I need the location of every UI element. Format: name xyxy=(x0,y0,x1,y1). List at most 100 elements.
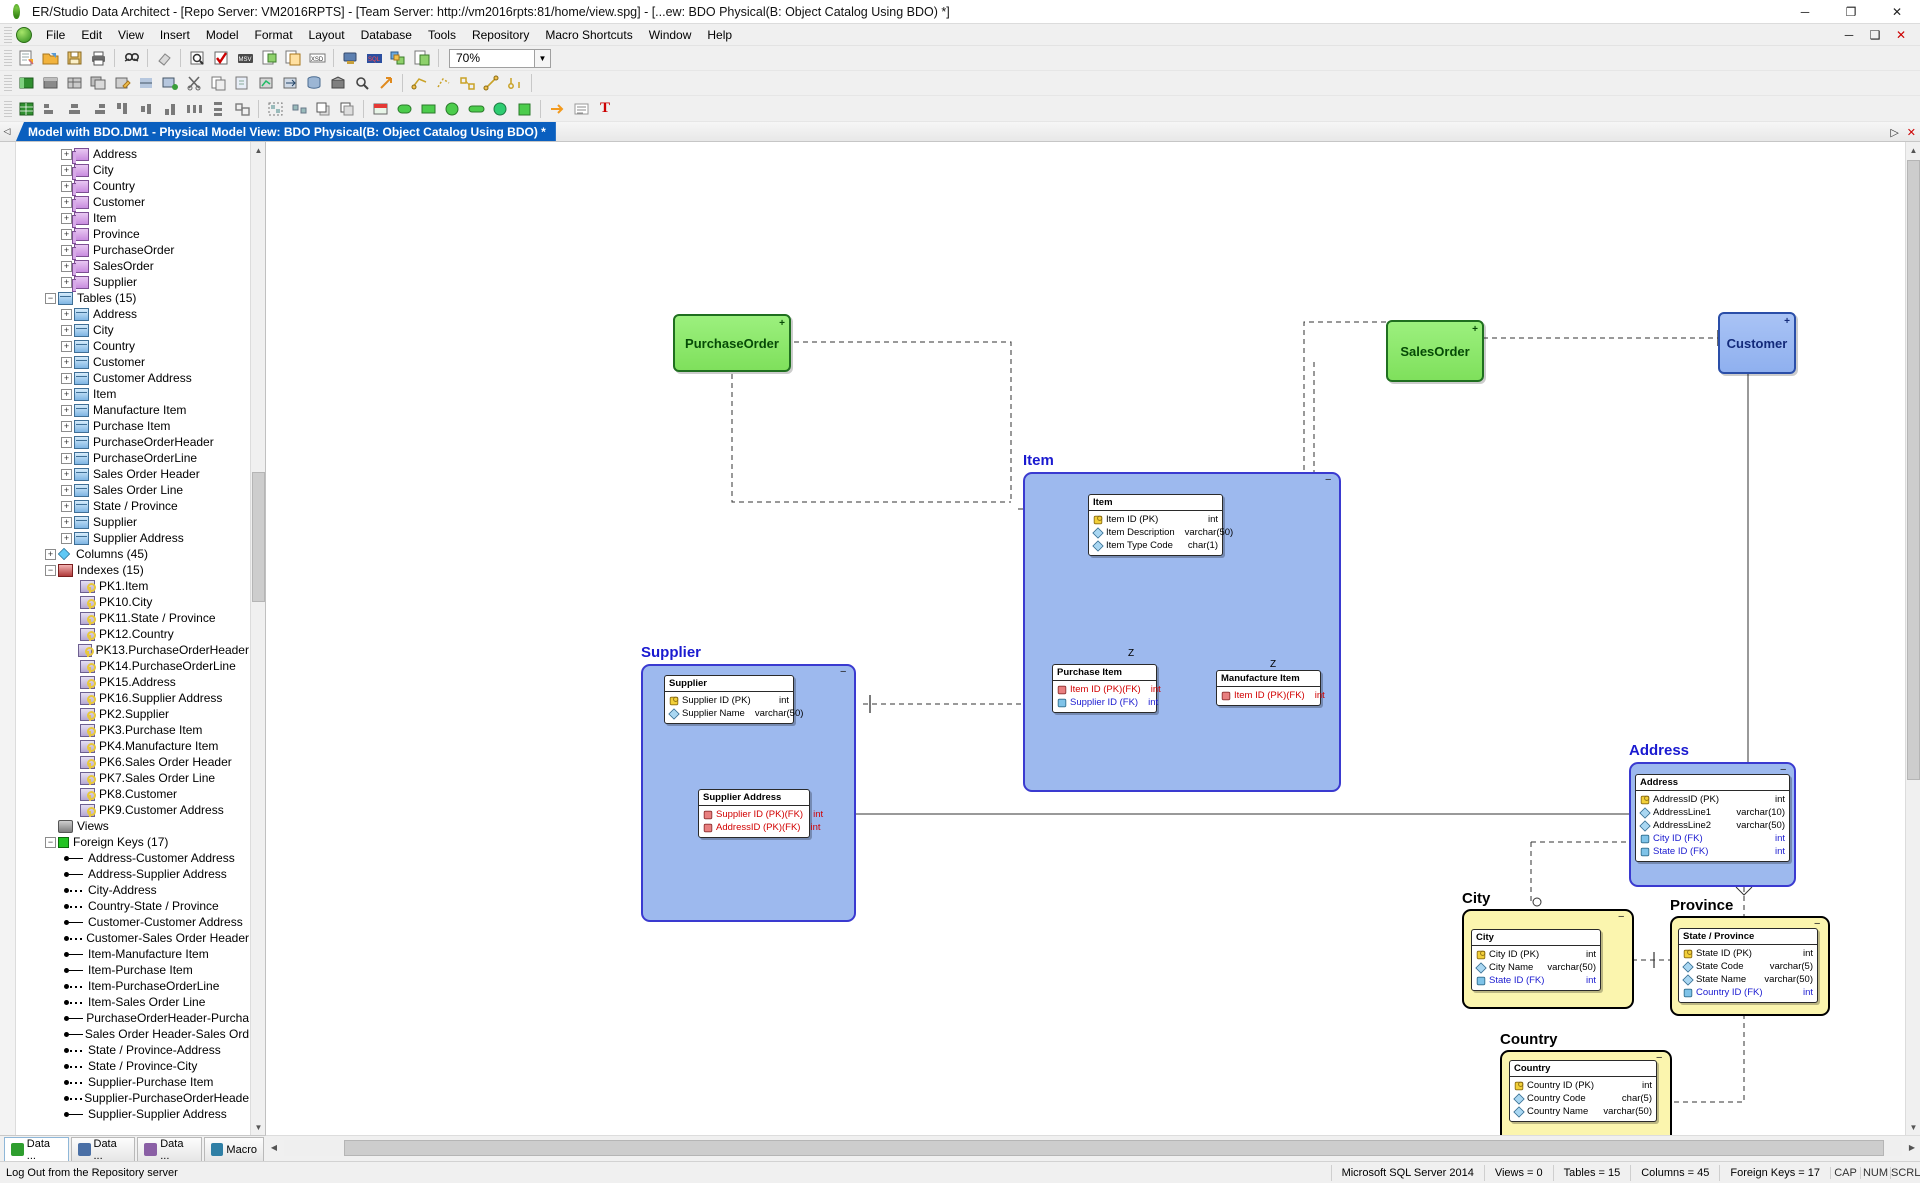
scroll-right-icon[interactable]: ▶ xyxy=(1904,1140,1920,1156)
attach-icon[interactable] xyxy=(231,73,253,94)
data-source-icon[interactable] xyxy=(303,73,325,94)
menu-item-edit[interactable]: Edit xyxy=(73,26,110,44)
tree-table-2[interactable]: + Country xyxy=(17,338,249,354)
validate-icon[interactable] xyxy=(210,48,232,69)
zoom-value[interactable]: 70% xyxy=(449,48,535,68)
tree-foreign-key-13[interactable]: State / Province-City xyxy=(17,1058,249,1074)
submodel-add-icon[interactable] xyxy=(159,73,181,94)
xsd-icon[interactable]: XSD xyxy=(306,48,328,69)
menu-item-macro-shortcuts[interactable]: Macro Shortcuts xyxy=(537,26,640,44)
entity-attribute-row[interactable]: City ID (PK) int xyxy=(1476,948,1596,961)
zoom-control[interactable]: 70% ▼ xyxy=(449,48,551,68)
relationship-recursive-icon[interactable] xyxy=(480,73,502,94)
generate-icon[interactable] xyxy=(411,48,433,69)
green-round-icon[interactable] xyxy=(489,98,511,119)
tree-expander-icon[interactable]: − xyxy=(45,564,56,576)
tree-expander-icon[interactable]: + xyxy=(61,244,72,256)
entity-attribute-row[interactable]: Country Name varchar(50) xyxy=(1513,1105,1652,1118)
entity-attribute-row[interactable]: Item Description varchar(50) xyxy=(1092,526,1233,539)
green-rect-icon[interactable] xyxy=(417,98,439,119)
align-right-icon[interactable] xyxy=(87,98,109,119)
explorer-scroll-thumb[interactable] xyxy=(252,472,265,602)
app-menu-orb-icon[interactable] xyxy=(16,26,32,43)
tab-scroll-left-icon[interactable]: ◁ xyxy=(0,123,14,141)
scroll-up-icon[interactable]: ▲ xyxy=(1906,142,1920,158)
tree-table-11[interactable]: + Sales Order Line xyxy=(17,482,249,498)
tree-foreign-key-4[interactable]: Customer-Customer Address xyxy=(17,914,249,930)
tree-foreign-key-5[interactable]: Customer-Sales Order Header xyxy=(17,930,249,946)
tree-entity-5[interactable]: + Province xyxy=(17,226,249,244)
export-document-icon[interactable] xyxy=(258,48,280,69)
entity-attribute-row[interactable]: City ID (FK) int xyxy=(1640,832,1785,845)
grid-icon[interactable] xyxy=(15,98,37,119)
model-explorer-tree[interactable]: + Address + City + Country + Customer + Item + Prov… xyxy=(17,142,249,1135)
entity-purchase-item[interactable]: Purchase Item Item ID (PK)(FK) int Supplier… xyxy=(1052,664,1161,713)
tree-table-5[interactable]: + Item xyxy=(17,386,249,402)
entity-attribute-row[interactable]: Country Code char(5) xyxy=(1513,1092,1652,1105)
toolbar2-drag-grip[interactable] xyxy=(4,75,12,91)
tree-expander-icon[interactable]: + xyxy=(61,404,72,416)
bottom-tab-0[interactable]: Data ... xyxy=(4,1137,69,1162)
orange-arrow-icon[interactable] xyxy=(546,98,568,119)
cut-tool-icon[interactable] xyxy=(183,73,205,94)
bring-front-icon[interactable] xyxy=(312,98,334,119)
tree-group-columns[interactable]: + Columns (45) xyxy=(17,546,249,562)
document-close-icon[interactable]: ✕ xyxy=(1907,126,1916,139)
entity-attribute-row[interactable]: State ID (FK) int xyxy=(1476,974,1596,987)
tree-expander-icon[interactable]: + xyxy=(61,180,72,192)
entity-attribute-row[interactable]: Item Type Code char(1) xyxy=(1092,539,1218,552)
toolbar1-drag-grip[interactable] xyxy=(4,50,12,66)
tree-foreign-key-12[interactable]: State / Province-Address xyxy=(17,1042,249,1058)
tree-index-1[interactable]: PK10.City xyxy=(17,594,249,610)
minimize-button[interactable]: ─ xyxy=(1782,0,1828,24)
paste-list-icon[interactable] xyxy=(207,73,229,94)
entity-city[interactable]: City City ID (PK) int City Name varchar(50) S… xyxy=(1471,929,1601,991)
entity-attribute-row[interactable]: State ID (PK) int xyxy=(1683,947,1813,960)
tree-table-3[interactable]: + Customer xyxy=(17,354,249,370)
tree-expander-icon[interactable]: + xyxy=(61,340,72,352)
tree-expander-icon[interactable]: + xyxy=(61,276,72,288)
scroll-down-icon[interactable]: ▼ xyxy=(1906,1119,1920,1135)
align-bottom-icon[interactable] xyxy=(159,98,181,119)
tree-expander-icon[interactable]: + xyxy=(61,532,72,544)
green-pill-icon[interactable] xyxy=(465,98,487,119)
entity-attribute-row[interactable]: State ID (FK) int xyxy=(1640,845,1785,858)
reverse-engineer-icon[interactable] xyxy=(339,48,361,69)
entity-attribute-row[interactable]: AddressLine2 varchar(50) xyxy=(1639,819,1785,832)
entity-icon[interactable] xyxy=(15,73,37,94)
tree-foreign-key-8[interactable]: Item-PurchaseOrderLine xyxy=(17,978,249,994)
tree-table-10[interactable]: + Sales Order Header xyxy=(17,466,249,482)
save-icon[interactable] xyxy=(63,48,85,69)
hscroll-thumb[interactable] xyxy=(344,1139,1884,1156)
tree-foreign-key-2[interactable]: City-Address xyxy=(17,882,249,898)
entity-manufacture-item[interactable]: Manufacture Item Item ID (PK)(FK) int xyxy=(1216,670,1325,706)
tree-foreign-key-3[interactable]: Country-State / Province xyxy=(17,898,249,914)
align-center-icon[interactable] xyxy=(63,98,85,119)
menu-item-window[interactable]: Window xyxy=(641,26,700,44)
tree-expander-icon[interactable]: + xyxy=(61,500,72,512)
explorer-vertical-scrollbar[interactable]: ▲ ▼ xyxy=(250,142,265,1135)
tree-foreign-key-14[interactable]: Supplier-Purchase Item xyxy=(17,1074,249,1090)
menu-item-format[interactable]: Format xyxy=(247,26,301,44)
subject-area-minimize-icon[interactable]: − xyxy=(1618,912,1627,923)
space-h-icon[interactable] xyxy=(183,98,205,119)
eraser-icon[interactable] xyxy=(153,48,175,69)
tree-table-13[interactable]: + Supplier xyxy=(17,514,249,530)
tree-expander-icon[interactable]: + xyxy=(61,388,72,400)
tree-index-4[interactable]: PK13.PurchaseOrderHeader xyxy=(17,642,249,658)
close-button[interactable]: ✕ xyxy=(1874,0,1920,24)
relationship-nonid-icon[interactable] xyxy=(432,73,454,94)
tree-table-12[interactable]: + State / Province xyxy=(17,498,249,514)
chevron-down-icon[interactable]: ▼ xyxy=(535,48,551,68)
canvas-horizontal-scrollbar[interactable]: ◀ ▶ xyxy=(266,1135,1920,1159)
entity-attribute-row[interactable]: AddressID (PK) int xyxy=(1640,793,1785,806)
data-lineage-icon[interactable] xyxy=(255,73,277,94)
scroll-down-icon[interactable]: ▼ xyxy=(251,1119,265,1135)
entity-attribute-row[interactable]: Item ID (PK)(FK) int xyxy=(1057,683,1161,696)
tree-expander-icon[interactable]: + xyxy=(61,516,72,528)
tree-index-0[interactable]: PK1.Item xyxy=(17,578,249,594)
entity-attribute-row[interactable]: State Name varchar(50) xyxy=(1682,973,1813,986)
tree-entity-8[interactable]: + Supplier xyxy=(17,274,249,292)
menu-item-layout[interactable]: Layout xyxy=(301,26,353,44)
red-swatch-icon[interactable] xyxy=(369,98,391,119)
